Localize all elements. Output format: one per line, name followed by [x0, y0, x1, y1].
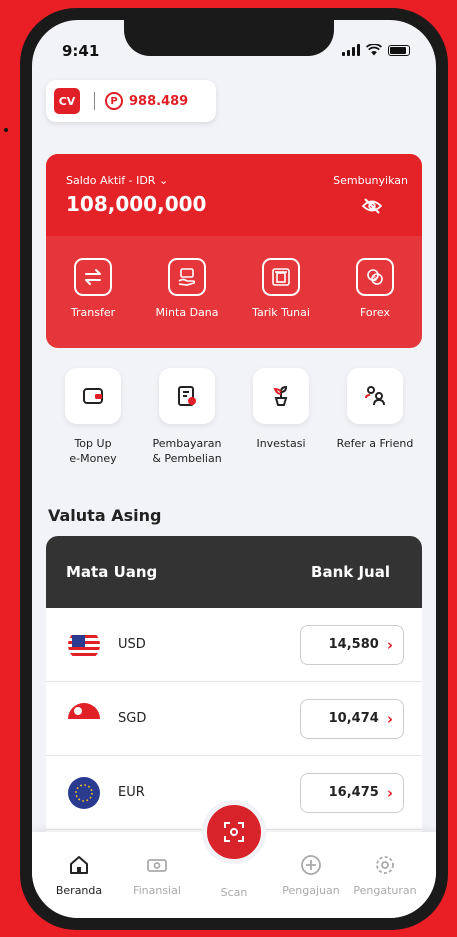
column-header-rate: Bank Jual [311, 563, 390, 581]
wallet-icon [65, 368, 121, 424]
forex-table-header: Mata Uang Bank Jual [46, 536, 422, 608]
rate-button[interactable]: 16,475 › [300, 772, 404, 813]
cash-withdrawal-button[interactable]: Tarik Tunai [241, 258, 321, 319]
nav-label: Finansial [133, 884, 181, 897]
rate-value: 16,475 [328, 785, 379, 800]
action-label: Forex [359, 306, 391, 319]
request-funds-button[interactable]: Minta Dana [147, 258, 227, 319]
menu-label: Top Up e-Money [69, 437, 117, 465]
action-label: Transfer [70, 306, 116, 319]
rate-button[interactable]: 10,474 › [300, 698, 404, 739]
app-screen: 9:41 CV P 988.489 Saldo Aktif - IDR ⌄ 10… [32, 20, 436, 918]
status-time: 9:41 [62, 42, 100, 60]
scan-icon [224, 822, 244, 842]
battery-icon [388, 45, 410, 56]
menu-item-refer[interactable]: Refer a Friend [328, 368, 422, 466]
svg-text:$: $ [373, 275, 377, 283]
balance-amount: 108,000,000 [66, 192, 207, 216]
scan-button[interactable] [202, 800, 266, 864]
feature-menu: Top Up e-Money Pembayaran & Pembelian In… [46, 368, 422, 466]
transfer-icon [74, 258, 112, 296]
chevron-right-icon: › [386, 783, 393, 802]
points-icon: P [105, 92, 123, 110]
balance-card: Saldo Aktif - IDR ⌄ 108,000,000 Sembunyi… [46, 154, 422, 348]
action-label: Minta Dana [155, 306, 219, 319]
cash-withdrawal-icon [262, 258, 300, 296]
nav-label: Beranda [55, 884, 103, 897]
nav-home[interactable]: Beranda [44, 854, 114, 897]
column-header-currency: Mata Uang [66, 563, 158, 581]
wifi-icon [366, 44, 382, 56]
sg-flag-icon [68, 702, 100, 735]
currency-code: USD [118, 637, 146, 652]
plant-icon [253, 368, 309, 424]
balance-header: Saldo Aktif - IDR ⌄ 108,000,000 Sembunyi… [46, 154, 422, 236]
rate-value: 10,474 [328, 711, 379, 726]
nav-label: Pengajuan [282, 884, 340, 897]
chip-divider [94, 92, 95, 110]
gear-icon [376, 856, 394, 874]
chevron-down-icon: ⌄ [158, 174, 169, 187]
menu-label: Investasi [256, 437, 306, 450]
refer-icon [347, 368, 403, 424]
section-title: Valuta Asing [48, 506, 162, 525]
balance-account-selector[interactable]: Saldo Aktif - IDR ⌄ [66, 174, 168, 187]
currency-code: SGD [118, 711, 147, 726]
notch [124, 20, 334, 56]
signal-icon [342, 44, 360, 56]
rate-value: 14,580 [328, 637, 379, 652]
money-icon [147, 859, 167, 872]
nav-settings[interactable]: Pengaturan [350, 854, 420, 897]
table-row[interactable]: SGD 10,474 › [46, 682, 422, 756]
currency-code: EUR [118, 785, 145, 800]
status-icons [342, 44, 410, 56]
action-label: Tarik Tunai [252, 306, 310, 319]
chevron-right-icon: › [386, 709, 393, 728]
request-funds-icon [168, 258, 206, 296]
table-row[interactable]: USD 14,580 › [46, 608, 422, 682]
balance-label: Saldo Aktif - IDR [66, 174, 156, 187]
eu-flag-icon [68, 776, 100, 809]
us-flag-icon [68, 628, 100, 661]
transfer-button[interactable]: Transfer [53, 258, 133, 319]
home-icon [70, 856, 88, 874]
menu-label: Pembayaran & Pembelian [152, 437, 222, 465]
points-value: 988.489 [129, 93, 189, 109]
avatar[interactable]: CV [54, 88, 80, 114]
quick-actions: Transfer Minta Dana Tarik Tunai $ Forex [46, 236, 422, 319]
menu-item-investment[interactable]: Investasi [234, 368, 328, 466]
rate-button[interactable]: 14,580 › [300, 624, 404, 665]
menu-item-top-up[interactable]: Top Up e-Money [46, 368, 140, 466]
hide-balance-button[interactable]: Sembunyikan [333, 174, 408, 187]
forex-icon: $ [356, 258, 394, 296]
chevron-right-icon: › [386, 635, 393, 654]
bill-icon [159, 368, 215, 424]
plus-circle-icon [301, 855, 321, 875]
menu-item-payment[interactable]: Pembayaran & Pembelian [140, 368, 234, 466]
profile-chip[interactable]: CV P 988.489 [46, 80, 216, 122]
menu-label: Refer a Friend [336, 437, 414, 450]
nav-finance[interactable]: Finansial [122, 854, 192, 897]
nav-label-scan: Scan [220, 886, 248, 899]
edge-dot [4, 128, 8, 132]
nav-apply[interactable]: Pengajuan [276, 854, 346, 897]
forex-button[interactable]: $ Forex [335, 258, 415, 319]
nav-label: Pengaturan [353, 884, 417, 897]
phone-frame: 9:41 CV P 988.489 Saldo Aktif - IDR ⌄ 10… [20, 8, 448, 930]
eye-off-icon[interactable] [362, 198, 382, 214]
